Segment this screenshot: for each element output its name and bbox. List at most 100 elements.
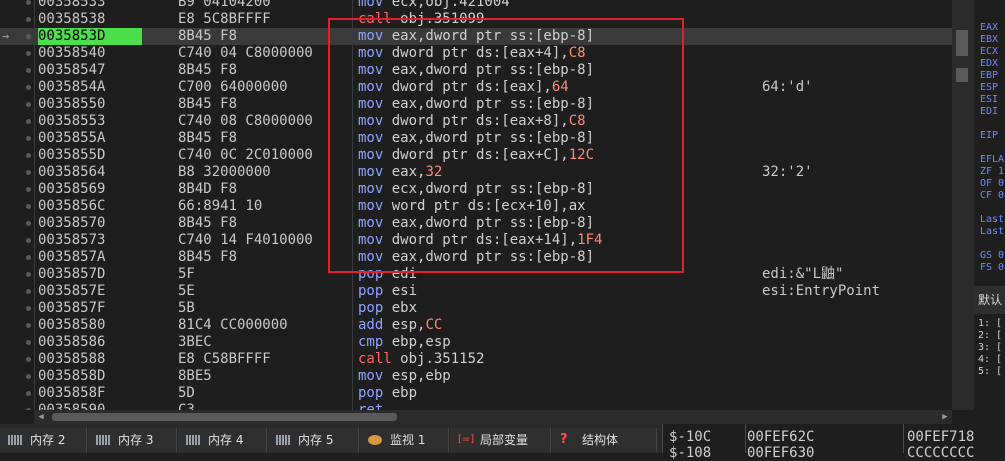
- tab-3[interactable]: 内存 4: [178, 428, 267, 452]
- breakpoint-dot-icon[interactable]: [26, 17, 31, 22]
- tab-7[interactable]: ? 结构体: [552, 428, 657, 452]
- breakpoint-gutter[interactable]: [0, 283, 36, 300]
- breakpoint-gutter[interactable]: [0, 11, 36, 28]
- horizontal-scrollbar[interactable]: ◀ ▶: [34, 410, 952, 424]
- instruction-comment: 32:'2': [762, 164, 813, 180]
- vertical-scroll-thumb[interactable]: [956, 30, 968, 56]
- breakpoint-gutter[interactable]: [0, 232, 36, 249]
- instruction-bytes: 8B45 F8: [178, 249, 238, 265]
- instruction-text: mov esp,ebp: [358, 368, 451, 385]
- breakpoint-dot-icon[interactable]: [26, 102, 31, 107]
- breakpoint-dot-icon[interactable]: [26, 119, 31, 124]
- register-label[interactable]: ZF 1: [980, 166, 1004, 178]
- disasm-row[interactable]: 00358580 81C4 CC000000 add esp,CC: [0, 317, 952, 334]
- disasm-row[interactable]: 0035858D 8BE5 mov esp,ebp: [0, 368, 952, 385]
- breakpoint-gutter[interactable]: [0, 402, 36, 410]
- disasm-row[interactable]: 0035857F 5B pop ebx: [0, 300, 952, 317]
- call-convention-selector[interactable]: 默认: [974, 286, 1005, 314]
- tab-5[interactable]: 监视 1: [360, 428, 449, 452]
- scroll-left-icon[interactable]: ◀: [34, 410, 48, 424]
- breakpoint-gutter[interactable]: [0, 317, 36, 334]
- register-label[interactable]: ESI: [980, 94, 998, 106]
- breakpoint-gutter[interactable]: [0, 130, 36, 147]
- scroll-right-icon[interactable]: ▶: [938, 410, 952, 424]
- register-label[interactable]: Last: [980, 214, 1004, 226]
- breakpoint-gutter[interactable]: [0, 198, 36, 215]
- register-label[interactable]: FS 0: [980, 262, 1004, 274]
- breakpoint-dot-icon[interactable]: [26, 34, 31, 39]
- stack-view[interactable]: $-10C 00FEF62C 00FEF718 $-108 00FEF630 CCCCCC…: [662, 424, 1005, 461]
- tab-1[interactable]: 内存 2: [0, 428, 87, 452]
- breakpoint-dot-icon[interactable]: [26, 153, 31, 158]
- breakpoint-dot-icon[interactable]: [26, 170, 31, 175]
- instruction-text: mov ecx,obj.421004: [358, 0, 510, 11]
- stack-value: CCCCCCCC: [907, 445, 975, 461]
- breakpoint-dot-icon[interactable]: [26, 391, 31, 396]
- breakpoint-gutter[interactable]: [0, 0, 36, 11]
- breakpoint-dot-icon[interactable]: [26, 255, 31, 260]
- register-label[interactable]: EDI: [980, 106, 998, 118]
- instruction-bytes: 5E: [178, 283, 195, 299]
- breakpoint-dot-icon[interactable]: [26, 136, 31, 141]
- breakpoint-gutter[interactable]: [0, 79, 36, 96]
- breakpoint-dot-icon[interactable]: [26, 0, 31, 5]
- disassembly-view[interactable]: 00358533 B9 04104200 mov ecx,obj.421004 003…: [0, 0, 952, 410]
- breakpoint-gutter[interactable]: [0, 181, 36, 198]
- breakpoint-dot-icon[interactable]: [26, 323, 31, 328]
- disasm-row[interactable]: 0035857E 5E pop esi esi:EntryPoint: [0, 283, 952, 300]
- breakpoint-gutter[interactable]: [0, 368, 36, 385]
- register-label[interactable]: EBX: [980, 34, 998, 46]
- breakpoint-gutter[interactable]: [0, 351, 36, 368]
- breakpoint-dot-icon[interactable]: [26, 85, 31, 90]
- breakpoint-gutter[interactable]: [0, 113, 36, 130]
- breakpoint-gutter[interactable]: [0, 215, 36, 232]
- breakpoint-dot-icon[interactable]: [26, 51, 31, 56]
- register-label[interactable]: EDX: [980, 58, 998, 70]
- disasm-row[interactable]: 00358590 C3 ret: [0, 402, 952, 410]
- disasm-row[interactable]: 00358588 E8 C58BFFFF call obj.351152: [0, 351, 952, 368]
- breakpoint-dot-icon[interactable]: [26, 374, 31, 379]
- disasm-row[interactable]: 00358586 3BEC cmp ebp,esp: [0, 334, 952, 351]
- breakpoint-gutter[interactable]: [0, 249, 36, 266]
- breakpoint-dot-icon[interactable]: [26, 68, 31, 73]
- breakpoint-dot-icon[interactable]: [26, 187, 31, 192]
- register-label[interactable]: OF 0: [980, 178, 1004, 190]
- register-label[interactable]: EAX: [980, 22, 998, 34]
- vertical-scrollbar[interactable]: [952, 0, 974, 410]
- breakpoint-gutter[interactable]: [0, 266, 36, 283]
- breakpoint-gutter[interactable]: [0, 385, 36, 402]
- breakpoint-dot-icon[interactable]: [26, 221, 31, 226]
- tab-6[interactable]: [=] 局部变量: [450, 428, 551, 452]
- breakpoint-dot-icon[interactable]: [26, 289, 31, 294]
- breakpoint-gutter[interactable]: [0, 45, 36, 62]
- breakpoint-dot-icon[interactable]: [26, 408, 31, 410]
- register-label[interactable]: EIP: [980, 130, 998, 142]
- registers-panel[interactable]: EAX EBX ECX EDX EBP ESP ESI EDI EIP EFLA ZF 1 OF 0C…: [974, 0, 1005, 286]
- breakpoint-dot-icon[interactable]: [26, 238, 31, 243]
- breakpoint-dot-icon[interactable]: [26, 272, 31, 277]
- disasm-row[interactable]: 00358533 B9 04104200 mov ecx,obj.421004: [0, 0, 952, 11]
- breakpoint-gutter[interactable]: [0, 96, 36, 113]
- disasm-row[interactable]: 0035858F 5D pop ebp: [0, 385, 952, 402]
- breakpoint-gutter[interactable]: [0, 300, 36, 317]
- breakpoint-gutter[interactable]: [0, 147, 36, 164]
- tab-4[interactable]: 内存 5: [268, 428, 359, 452]
- register-label[interactable]: EFLA: [980, 154, 1004, 166]
- register-label[interactable]: Last: [980, 226, 1004, 238]
- breakpoint-gutter[interactable]: [0, 62, 36, 79]
- breakpoint-gutter[interactable]: [0, 334, 36, 351]
- breakpoint-dot-icon[interactable]: [26, 306, 31, 311]
- breakpoint-gutter[interactable]: [0, 164, 36, 181]
- breakpoint-dot-icon[interactable]: [26, 340, 31, 345]
- register-label[interactable]: CF 0: [980, 190, 1004, 202]
- breakpoint-dot-icon[interactable]: [26, 357, 31, 362]
- horizontal-scroll-thumb[interactable]: [52, 413, 397, 421]
- register-label[interactable]: ECX: [980, 46, 998, 58]
- instruction-address: 0035856C: [38, 198, 106, 214]
- register-label[interactable]: ESP: [980, 82, 998, 94]
- tab-2[interactable]: 内存 3: [88, 428, 177, 452]
- register-label[interactable]: EBP: [980, 70, 998, 82]
- breakpoint-dot-icon[interactable]: [26, 204, 31, 209]
- register-label[interactable]: GS 0: [980, 250, 1004, 262]
- breakpoint-gutter[interactable]: →: [0, 28, 36, 45]
